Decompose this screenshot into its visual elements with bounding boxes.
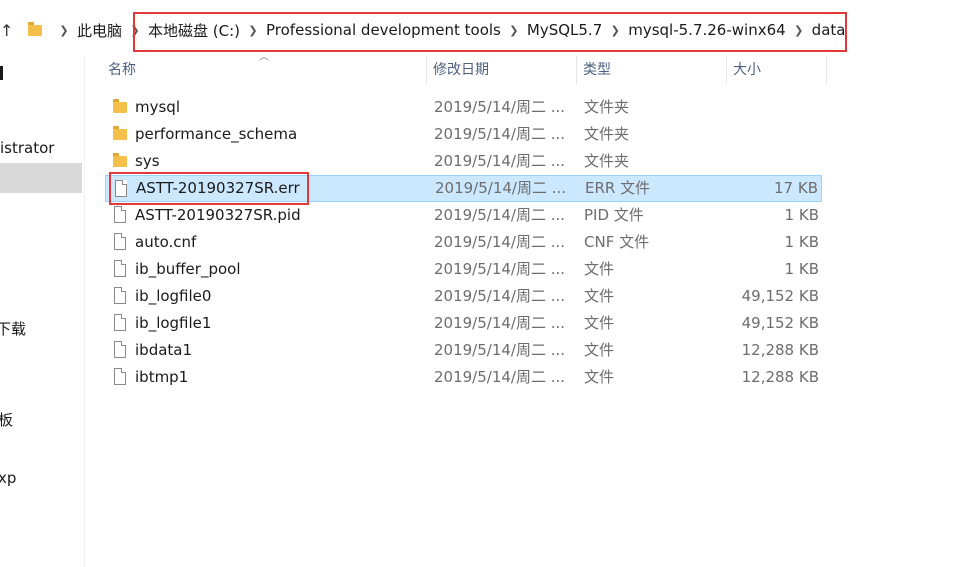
file-date: 2019/5/14/周二 ...	[434, 368, 566, 386]
file-row[interactable]: ib_logfile1 2019/5/14/周二 ... 文件 49,152 K…	[105, 310, 822, 337]
file-size: 1 KB	[784, 206, 819, 224]
column-headers: ︿ 名称 修改日期 类型 大小	[102, 52, 832, 84]
file-name: mysql	[135, 98, 180, 116]
nav-item-administrator[interactable]: istrator	[0, 139, 54, 157]
file-date: 2019/5/14/周二 ...	[434, 206, 566, 224]
file-date: 2019/5/14/周二 ...	[434, 125, 566, 143]
file-icon	[114, 287, 126, 304]
file-row[interactable]: ASTT-20190327SR.pid 2019/5/14/周二 ... PID…	[105, 202, 822, 229]
file-size: 1 KB	[784, 233, 819, 251]
file-icon	[114, 368, 126, 385]
file-name: sys	[135, 152, 160, 170]
file-name: ib_logfile1	[135, 314, 212, 332]
file-type: 文件夹	[584, 98, 630, 116]
column-header-date-label: 修改日期	[433, 62, 489, 78]
file-date: 2019/5/14/周二 ...	[434, 287, 566, 305]
file-type: 文件	[584, 260, 615, 278]
file-row[interactable]: performance_schema 2019/5/14/周二 ... 文件夹	[105, 121, 822, 148]
file-size: 49,152 KB	[741, 314, 819, 332]
nav-item-board[interactable]: 板	[0, 409, 13, 430]
nav-item-xp[interactable]: xp	[0, 469, 16, 487]
file-type: CNF 文件	[584, 233, 650, 251]
folder-icon	[113, 99, 127, 113]
file-date: 2019/5/14/周二 ...	[434, 314, 566, 332]
file-type: PID 文件	[584, 206, 644, 224]
annotation-box-path	[133, 12, 847, 52]
nav-item-selected[interactable]	[0, 163, 82, 193]
column-header-date[interactable]: 修改日期	[427, 56, 577, 84]
file-row[interactable]: ibdata1 2019/5/14/周二 ... 文件 12,288 KB	[105, 337, 822, 364]
file-name: ibdata1	[135, 341, 193, 359]
file-row[interactable]: mysql 2019/5/14/周二 ... 文件夹	[105, 94, 822, 121]
file-icon	[114, 341, 126, 358]
file-date: 2019/5/14/周二 ...	[434, 233, 566, 251]
file-icon	[114, 314, 126, 331]
file-type: 文件	[584, 287, 615, 305]
file-date: 2019/5/14/周二 ...	[434, 98, 566, 116]
file-name: auto.cnf	[135, 233, 197, 251]
file-type: 文件	[584, 341, 615, 359]
file-date: 2019/5/14/周二 ...	[434, 260, 566, 278]
file-row[interactable]: ib_buffer_pool 2019/5/14/周二 ... 文件 1 KB	[105, 256, 822, 283]
file-name: ib_buffer_pool	[135, 260, 241, 278]
file-type: ERR 文件	[585, 179, 651, 197]
file-type: 文件	[584, 368, 615, 386]
folder-icon	[113, 126, 127, 140]
file-icon	[114, 206, 126, 223]
nav-item-downloads[interactable]: 下载	[0, 318, 26, 339]
column-header-name-label: 名称	[108, 62, 136, 78]
file-icon	[114, 233, 126, 250]
file-date: 2019/5/14/周二 ...	[434, 341, 566, 359]
chevron-right-icon[interactable]: ❯	[54, 24, 74, 37]
file-size: 12,288 KB	[741, 368, 819, 386]
column-header-name[interactable]: 名称	[102, 56, 427, 84]
file-size: 1 KB	[784, 260, 819, 278]
file-icon	[114, 260, 126, 277]
annotation-box-file	[109, 172, 309, 205]
file-name: ibtmp1	[135, 368, 189, 386]
crumb-this-pc[interactable]: 此电脑	[74, 20, 125, 41]
file-row[interactable]: auto.cnf 2019/5/14/周二 ... CNF 文件 1 KB	[105, 229, 822, 256]
address-bar: ↑ ❯ 此电脑 ❯ 本地磁盘 (C:) ❯ Professional devel…	[0, 0, 965, 56]
nav-item-edge[interactable]	[0, 66, 3, 84]
folder-icon	[28, 21, 42, 36]
file-row[interactable]: ib_logfile0 2019/5/14/周二 ... 文件 49,152 K…	[105, 283, 822, 310]
file-size: 17 KB	[774, 179, 818, 197]
column-header-type[interactable]: 类型	[577, 56, 727, 84]
file-row[interactable]: sys 2019/5/14/周二 ... 文件夹	[105, 148, 822, 175]
column-header-size[interactable]: 大小	[727, 56, 827, 84]
folder-icon	[113, 153, 127, 167]
file-type: 文件	[584, 314, 615, 332]
file-size: 49,152 KB	[741, 287, 819, 305]
column-header-size-label: 大小	[733, 62, 761, 78]
file-type: 文件夹	[584, 125, 630, 143]
file-name: ASTT-20190327SR.pid	[135, 206, 301, 224]
file-date: 2019/5/14/周二 ...	[434, 152, 566, 170]
file-name: ib_logfile0	[135, 287, 212, 305]
file-row[interactable]: ibtmp1 2019/5/14/周二 ... 文件 12,288 KB	[105, 364, 822, 391]
navigation-pane: istrator 下载 板 xp	[0, 56, 85, 567]
file-type: 文件夹	[584, 152, 630, 170]
file-name: performance_schema	[135, 125, 298, 143]
column-header-type-label: 类型	[583, 62, 611, 78]
file-size: 12,288 KB	[741, 341, 819, 359]
up-arrow-icon[interactable]: ↑	[0, 22, 14, 40]
file-date: 2019/5/14/周二 ...	[435, 179, 567, 197]
